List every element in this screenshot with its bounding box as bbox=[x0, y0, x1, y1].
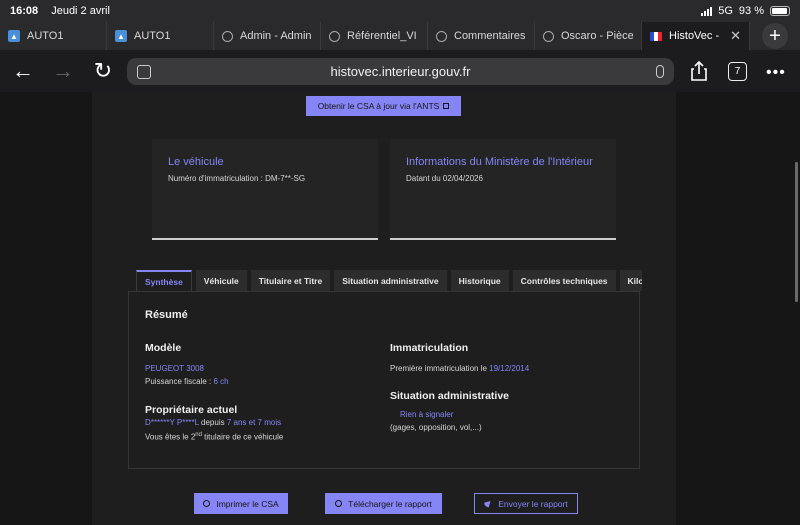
model-value: PEUGEOT 3008 bbox=[145, 364, 204, 373]
send-report-button[interactable]: Envoyer le rapport bbox=[474, 493, 578, 514]
tab-switcher-button[interactable]: 7 bbox=[728, 62, 747, 81]
admin-status: Rien à signaler bbox=[400, 410, 454, 419]
tab-situation[interactable]: Situation administrative bbox=[334, 270, 447, 291]
url-text: histovec.interieur.gouv.fr bbox=[330, 64, 471, 79]
ministry-card-date: Datant du 02/04/2026 bbox=[406, 174, 483, 183]
globe-icon bbox=[329, 30, 340, 42]
close-tab-icon[interactable]: ✕ bbox=[730, 28, 741, 44]
back-arrow-icon[interactable]: ← bbox=[8, 56, 38, 86]
download-report-button[interactable]: Télécharger le rapport bbox=[325, 493, 442, 514]
address-bar[interactable]: histovec.interieur.gouv.fr bbox=[127, 58, 674, 85]
browser-tab[interactable]: Référentiel_VI bbox=[321, 22, 428, 50]
send-icon bbox=[482, 498, 494, 509]
tab-titulaire[interactable]: Titulaire et Titre bbox=[250, 270, 331, 291]
status-bar: 16:08 Jeudi 2 avril 5G 93 % bbox=[0, 0, 800, 22]
site-settings-icon[interactable] bbox=[137, 64, 151, 79]
french-flag-icon bbox=[650, 31, 662, 41]
fiscal-power: Puissance fiscale : 6 ch bbox=[145, 377, 229, 386]
forward-arrow-icon[interactable]: → bbox=[48, 56, 78, 86]
ministry-card[interactable]: Informations du Ministère de l'Intérieur… bbox=[390, 139, 616, 240]
print-csa-button[interactable]: Imprimer le CSA bbox=[194, 493, 288, 514]
browser-tab-active[interactable]: HistoVec - ✕ bbox=[642, 22, 750, 50]
vehicle-card-title: Le véhicule bbox=[168, 156, 224, 168]
reload-icon[interactable]: ↻ bbox=[88, 56, 118, 86]
auto1-icon: ▲ bbox=[115, 30, 127, 42]
admin-heading: Situation administrative bbox=[390, 390, 510, 402]
network-type: 5G bbox=[718, 5, 733, 17]
tab-kilometrage[interactable]: Kilo bbox=[619, 270, 642, 291]
external-link-icon bbox=[443, 103, 450, 109]
report-tabs: Synthèse Véhicule Titulaire et Titre Sit… bbox=[136, 270, 642, 291]
vehicle-card[interactable]: Le véhicule Numéro d'immatriculation : D… bbox=[152, 139, 378, 240]
tab-controles[interactable]: Contrôles techniques bbox=[512, 270, 616, 291]
globe-icon bbox=[543, 30, 554, 42]
ministry-card-title: Informations du Ministère de l'Intérieur bbox=[406, 156, 593, 168]
browser-tab[interactable]: ▲ AUTO1 bbox=[107, 22, 214, 50]
page-content: Obtenir le CSA à jour via l'ANTS Le véhi… bbox=[92, 92, 676, 525]
share-icon[interactable] bbox=[688, 60, 710, 82]
owner-heading: Propriétaire actuel bbox=[145, 404, 238, 416]
globe-icon bbox=[222, 30, 233, 42]
tab-vehicule[interactable]: Véhicule bbox=[195, 270, 247, 291]
download-icon bbox=[335, 500, 343, 507]
vehicle-card-plate: Numéro d'immatriculation : DM-7**-SG bbox=[168, 174, 306, 183]
more-menu-icon[interactable]: ••• bbox=[766, 64, 786, 82]
summary-title: Résumé bbox=[145, 309, 188, 321]
globe-icon bbox=[436, 30, 447, 42]
model-section: Modèle PEUGEOT 3008 Puissance fiscale : … bbox=[145, 342, 375, 388]
owner-line: D******Y P****L depuis 7 ans et 7 mois bbox=[145, 418, 282, 427]
owner-rank: Vous êtes le 2nd titulaire de ce véhicul… bbox=[145, 432, 284, 442]
admin-section: Situation administrative Rien à signaler… bbox=[390, 390, 630, 434]
clock: 16:08 bbox=[10, 5, 39, 17]
first-registration: Première immatriculation le 19/12/2014 bbox=[390, 364, 530, 373]
battery-percent: 93 % bbox=[738, 5, 764, 17]
model-heading: Modèle bbox=[145, 342, 182, 354]
auto1-icon: ▲ bbox=[8, 30, 20, 42]
web-page: Obtenir le CSA à jour via l'ANTS Le véhi… bbox=[0, 92, 800, 525]
microphone-icon[interactable] bbox=[656, 65, 664, 78]
date: Jeudi 2 avril bbox=[51, 5, 110, 17]
new-tab-button[interactable]: + bbox=[762, 23, 788, 49]
browser-tab[interactable]: Oscaro - Pièce bbox=[535, 22, 642, 50]
registration-section: Immatriculation Première immatriculation… bbox=[390, 342, 630, 375]
browser-toolbar: ← → ↻ histovec.interieur.gouv.fr 7 ••• bbox=[0, 50, 800, 92]
tab-synthese[interactable]: Synthèse bbox=[136, 270, 192, 291]
owner-section: Propriétaire actuel D******Y P****L depu… bbox=[145, 404, 385, 444]
battery-icon bbox=[770, 6, 790, 16]
browser-tab[interactable]: Admin - Admin bbox=[214, 22, 321, 50]
browser-tab[interactable]: ▲ AUTO1 bbox=[0, 22, 107, 50]
admin-detail: (gages, opposition, vol,...) bbox=[390, 423, 482, 432]
browser-tab-strip: ▲ AUTO1 ▲ AUTO1 Admin - Admin Référentiel_… bbox=[0, 22, 800, 50]
scrollbar[interactable] bbox=[795, 162, 798, 302]
cellular-signal-icon bbox=[701, 6, 713, 16]
print-icon bbox=[203, 500, 211, 507]
summary-panel: Résumé Modèle PEUGEOT 3008 Puissance fis… bbox=[128, 291, 640, 469]
tab-historique[interactable]: Historique bbox=[450, 270, 509, 291]
browser-tab[interactable]: Commentaires bbox=[428, 22, 535, 50]
ants-csa-button[interactable]: Obtenir le CSA à jour via l'ANTS bbox=[306, 96, 461, 116]
registration-heading: Immatriculation bbox=[390, 342, 469, 354]
